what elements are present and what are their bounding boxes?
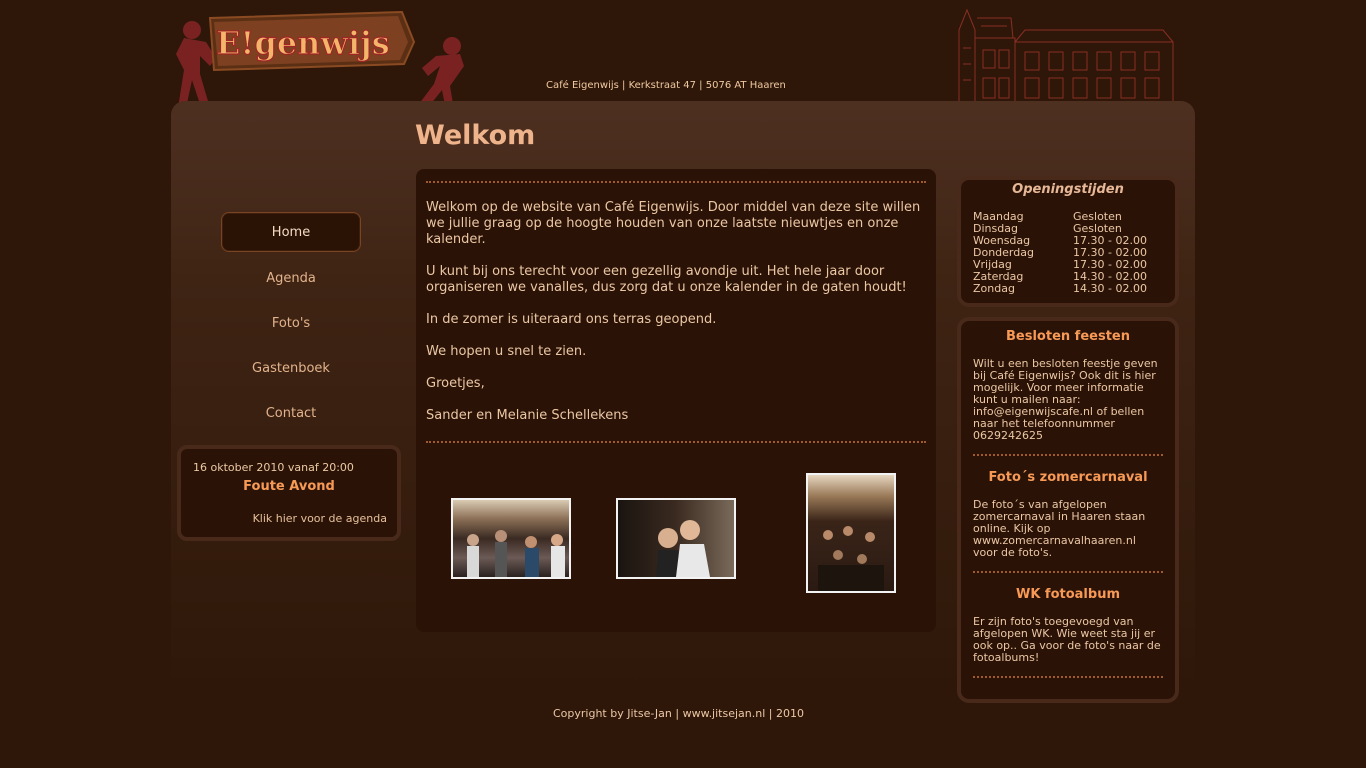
nav-item-home[interactable]: Home [221, 212, 361, 252]
news-title[interactable]: Foto´s zomercarnaval [961, 470, 1175, 485]
logo-figure-left-icon [176, 21, 216, 110]
logo-figure-right-icon [416, 37, 464, 110]
nav-item-agenda[interactable]: Agenda [221, 257, 361, 299]
logo-text: E!genwijs [216, 24, 390, 62]
event-title[interactable]: Foute Avond [181, 479, 397, 494]
opening-hours-box: Openingstijden Maandag Gesloten Dinsdag Ge… [957, 176, 1179, 307]
building-illustration [958, 8, 1174, 102]
day: Zondag [973, 282, 1015, 295]
paragraph: U kunt bij ons terecht voor een gezellig… [426, 264, 907, 295]
news-box: Besloten feesten Wilt u een besloten fee… [957, 317, 1179, 703]
nav-item-contact[interactable]: Contact [221, 392, 361, 434]
footer-copyright: Copyright by Jitse-Jan | www.jitsejan.nl… [553, 707, 804, 720]
news-title[interactable]: WK fotoalbum [961, 587, 1175, 602]
event-agenda-link[interactable]: Klik hier voor de agenda [253, 512, 387, 525]
welcome-text: Welkom op de website van Café Eigenwijs.… [416, 200, 936, 424]
eigenwijs-logo[interactable]: E!genwijs [170, 8, 470, 112]
event-date: 16 oktober 2010 vanaf 20:00 [193, 461, 354, 474]
news-text: De foto´s van afgelopen zomercarnaval in… [973, 498, 1146, 559]
dotted-divider [973, 676, 1163, 678]
paragraph: We hopen u snel te zien. [426, 344, 587, 359]
dotted-divider [973, 571, 1163, 573]
paragraph: Groetjes, [426, 376, 485, 391]
news-title[interactable]: Besloten feesten [961, 329, 1175, 344]
paragraph: Welkom op de website van Café Eigenwijs.… [426, 200, 921, 247]
nav-item-gastenboek[interactable]: Gastenboek [221, 347, 361, 389]
news-text: Er zijn foto's toegevoegd van afgelopen … [973, 615, 1161, 664]
dotted-divider [973, 454, 1163, 456]
opening-hours-title: Openingstijden [1012, 182, 1124, 197]
upcoming-event-box: 16 oktober 2010 vanaf 20:00 Foute Avond … [177, 445, 401, 541]
nav-item-fotos[interactable]: Foto's [221, 302, 361, 344]
paragraph: In de zomer is uiteraard ons terras geop… [426, 312, 717, 327]
news-text: Wilt u een besloten feestje geven bij Ca… [973, 357, 1158, 442]
dotted-divider [426, 181, 926, 183]
dotted-divider [426, 441, 926, 443]
opening-hours-table: Maandag Gesloten Dinsdag Gesloten Woensdag… [973, 211, 1147, 295]
hours-row: Zondag 14.30 - 02.00 [973, 283, 1147, 295]
photo-thumbnail[interactable] [616, 498, 736, 579]
photo-thumbnail[interactable] [451, 498, 571, 579]
photo-thumbnail[interactable] [806, 473, 896, 593]
paragraph: Sander en Melanie Schellekens [426, 408, 629, 423]
welcome-content: Welkom op de website van Café Eigenwijs.… [416, 169, 936, 632]
header-address: Café Eigenwijs | Kerkstraat 47 | 5076 AT… [546, 80, 786, 91]
time: 14.30 - 02.00 [1073, 282, 1147, 295]
page-title: Welkom [415, 120, 536, 151]
main-nav: Home Agenda Foto's Gastenboek Contact [221, 212, 361, 437]
